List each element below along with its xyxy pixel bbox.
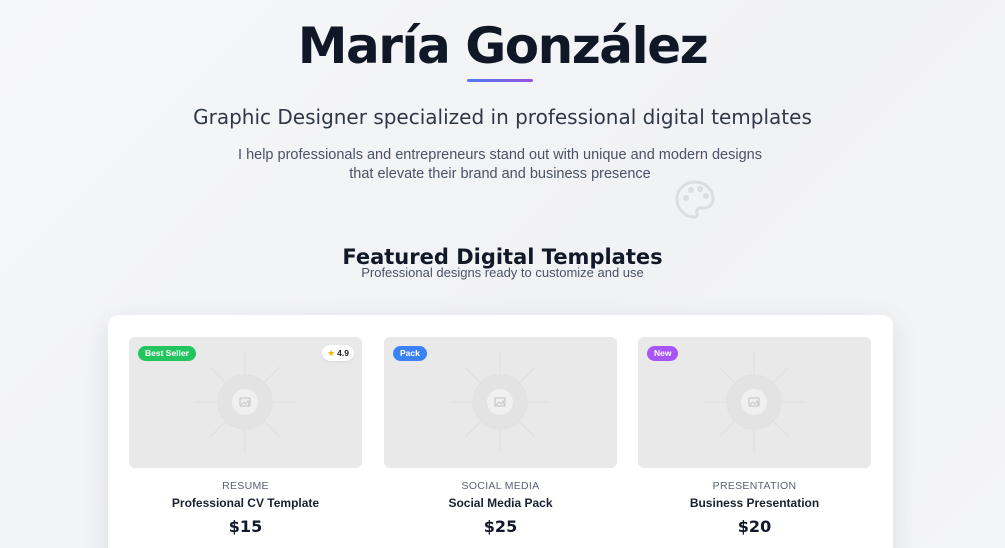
product-category: RESUME xyxy=(222,480,269,492)
product-image[interactable]: Best Seller ★ 4.9 xyxy=(129,337,362,468)
image-placeholder-icon xyxy=(450,352,550,452)
product-price: $20 xyxy=(737,517,772,536)
featured-subtitle: Professional designs ready to customize … xyxy=(361,265,644,280)
product-category: PRESENTATION xyxy=(712,480,797,492)
products-panel: Best Seller ★ 4.9 RESUME Professional CV … xyxy=(108,315,893,548)
palette-icon xyxy=(675,180,715,219)
badge-best-seller: Best Seller xyxy=(138,346,196,361)
image-placeholder-icon xyxy=(704,352,804,452)
rating-badge: ★ 4.9 xyxy=(322,345,354,361)
product-image[interactable]: Pack xyxy=(384,337,617,468)
designer-name: María González xyxy=(297,17,709,75)
product-title[interactable]: Business Presentation xyxy=(638,496,871,510)
product-category: SOCIAL MEDIA xyxy=(461,480,540,492)
product-price: $15 xyxy=(228,517,263,536)
rating-value: 4.9 xyxy=(337,348,349,358)
title-underline xyxy=(467,79,533,82)
product-price: $25 xyxy=(483,517,518,536)
badge-new: New xyxy=(647,346,679,361)
product-image[interactable]: New xyxy=(638,337,871,468)
product-title[interactable]: Social Media Pack xyxy=(384,496,617,510)
product-card-cv[interactable]: Best Seller ★ 4.9 RESUME Professional CV … xyxy=(129,337,362,547)
product-card-presentation[interactable]: New PRESENTATION Business Presentation $… xyxy=(638,337,871,547)
image-placeholder-icon xyxy=(195,352,295,452)
product-card-social[interactable]: Pack SOCIAL MEDIA Social Media Pack $25 xyxy=(384,337,617,547)
hero-intro-line-1: I help professionals and entrepreneurs s… xyxy=(238,147,762,163)
badge-pack: Pack xyxy=(393,346,427,361)
hero-subtitle: Graphic Designer specialized in professi… xyxy=(193,105,812,129)
product-title[interactable]: Professional CV Template xyxy=(129,496,362,510)
star-icon: ★ xyxy=(327,348,336,358)
